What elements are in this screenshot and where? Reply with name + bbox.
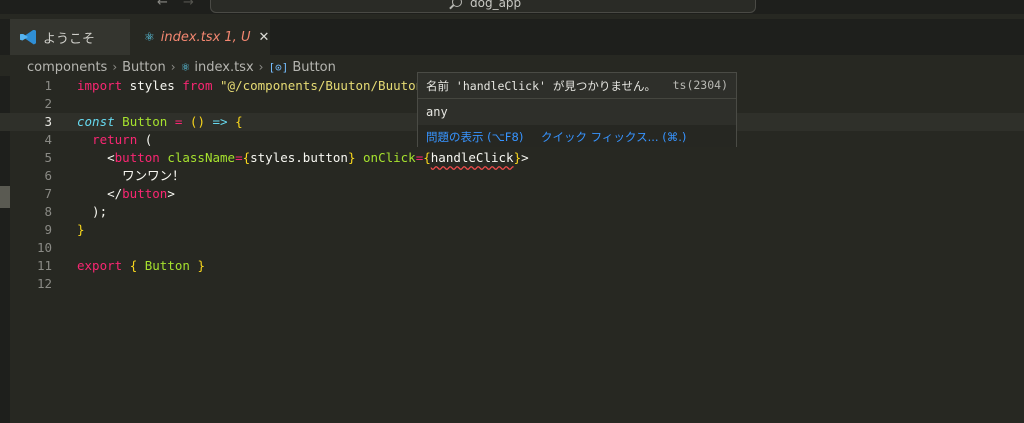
workspace-title: dog_app [470, 0, 522, 10]
title-bar: ← → dog_app [0, 0, 1024, 14]
code-line[interactable]: 11 export { Button } [0, 257, 1024, 275]
react-icon: ⚛ [180, 60, 191, 74]
view-problem-link[interactable]: 問題の表示 (⌥F8) [426, 129, 523, 145]
tab-index-tsx[interactable]: ⚛ index.tsx 1, U ✕ [130, 19, 270, 55]
line-number: 7 [44, 186, 52, 201]
chevron-right-icon: › [170, 60, 176, 74]
close-icon[interactable]: ✕ [258, 30, 269, 45]
forward-arrow-icon[interactable]: → [183, 0, 194, 10]
chevron-right-icon: › [112, 60, 118, 74]
code-text: ); [77, 204, 108, 219]
line-number: 1 [44, 78, 52, 93]
tab-welcome[interactable]: ようこそ [10, 19, 130, 55]
code-line[interactable]: 12 [0, 275, 1024, 293]
code-text: <button className={styles.button} onClic… [77, 150, 529, 165]
line-number: 11 [36, 258, 52, 273]
line-number: 8 [44, 204, 52, 219]
line-number: 2 [44, 96, 52, 111]
quick-fix-link[interactable]: クイック フィックス... (⌘.) [541, 129, 686, 145]
search-icon [452, 0, 462, 7]
code-line[interactable]: 9} [0, 221, 1024, 239]
code-line[interactable]: 8 ); [0, 203, 1024, 221]
code-text: </button> [77, 186, 175, 201]
code-line[interactable]: 10 [0, 239, 1024, 257]
error-squiggle: handleClick [430, 150, 514, 165]
breadcrumb-item[interactable]: components [27, 60, 107, 75]
error-message: 名前 'handleClick' が見つかりません。 [426, 79, 657, 93]
code-text: const Button = () => { [77, 114, 243, 129]
tab-label: index.tsx 1, U [160, 29, 251, 45]
code-text: return ( [92, 132, 153, 147]
tab-label: ようこそ [43, 31, 96, 47]
back-arrow-icon[interactable]: ← [157, 0, 168, 10]
code-text: export { Button } [77, 258, 205, 273]
line-number: 3 [44, 114, 52, 129]
error-code: ts(2304) [672, 78, 728, 92]
line-number: 4 [44, 132, 52, 147]
error-hover-popup: 名前 'handleClick' が見つかりません。 ts(2304) any … [417, 72, 737, 147]
code-text: import styles from "@/components/Buuton/… [77, 78, 431, 93]
breadcrumb-item[interactable]: index.tsx [194, 60, 253, 75]
code-line[interactable]: 6 ワンワン！ [0, 167, 1024, 185]
symbol-variable-icon: [⊙] [268, 60, 289, 74]
breadcrumb-item[interactable]: Button [292, 60, 336, 75]
react-icon: ⚛ [144, 30, 155, 44]
chevron-right-icon: › [258, 60, 264, 74]
command-center[interactable]: dog_app [210, 0, 756, 13]
line-number: 9 [44, 222, 52, 237]
breadcrumb: components › Button › ⚛ index.tsx › [⊙] … [27, 58, 336, 76]
line-number: 6 [44, 168, 52, 183]
hover-actions: 問題の表示 (⌥F8) クイック フィックス... (⌘.) [418, 125, 736, 147]
line-number: 10 [36, 240, 52, 255]
code-text: } [77, 222, 85, 237]
code-line[interactable]: 7 </button> [0, 185, 1024, 203]
line-number: 5 [44, 150, 52, 165]
code-text: ワンワン！ [77, 168, 185, 183]
vscode-logo-icon [20, 29, 37, 46]
code-line[interactable]: 5 <button className={styles.button} onCl… [0, 149, 1024, 167]
breadcrumb-item[interactable]: Button [122, 60, 166, 75]
divider [418, 98, 736, 99]
tab-bar: ようこそ ⚛ index.tsx 1, U ✕ [0, 19, 1024, 55]
hover-type: any [426, 105, 448, 119]
line-number: 12 [36, 276, 52, 291]
